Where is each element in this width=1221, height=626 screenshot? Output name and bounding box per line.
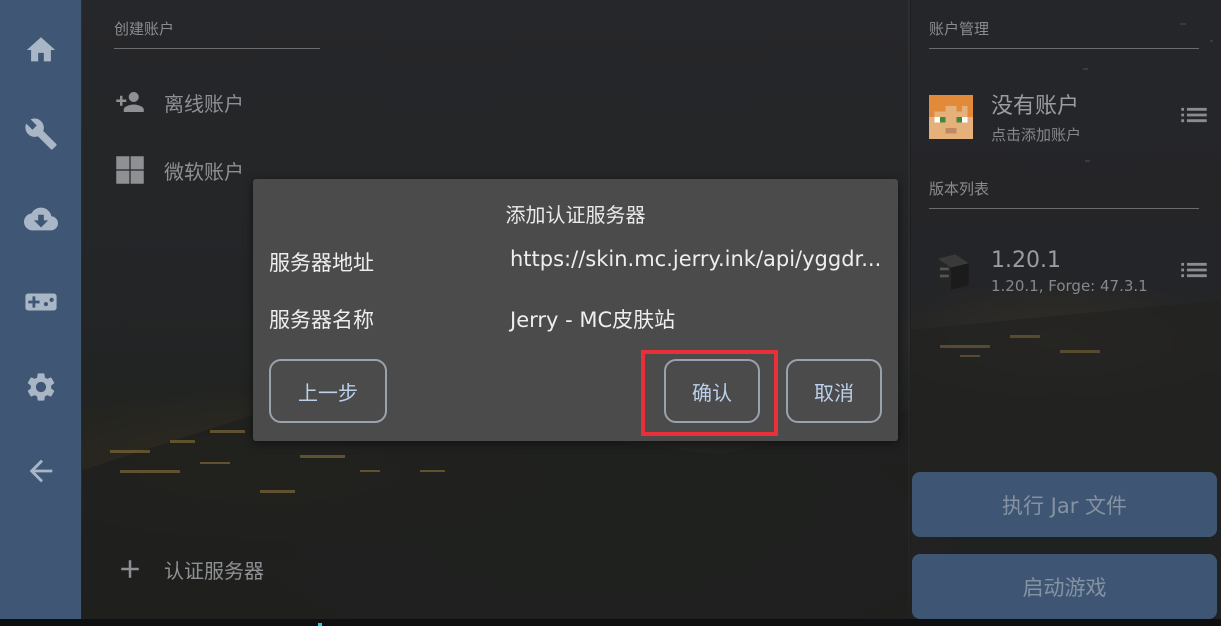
previous-step-button[interactable]: 上一步 (269, 359, 387, 423)
dialog-overlay: 添加认证服务器 服务器地址 https://skin.mc.jerry.ink/… (0, 0, 1221, 626)
confirm-highlight-box (641, 350, 778, 436)
server-address-value: https://skin.mc.jerry.ink/api/yggdr... (510, 247, 882, 271)
server-address-label: 服务器地址 (269, 251, 374, 275)
dialog-title: 添加认证服务器 (505, 203, 646, 227)
server-name-value: Jerry - MC皮肤站 (510, 308, 676, 332)
server-name-label: 服务器名称 (269, 308, 374, 332)
add-auth-server-dialog: 添加认证服务器 服务器地址 https://skin.mc.jerry.ink/… (253, 179, 898, 441)
cancel-button[interactable]: 取消 (786, 359, 882, 423)
